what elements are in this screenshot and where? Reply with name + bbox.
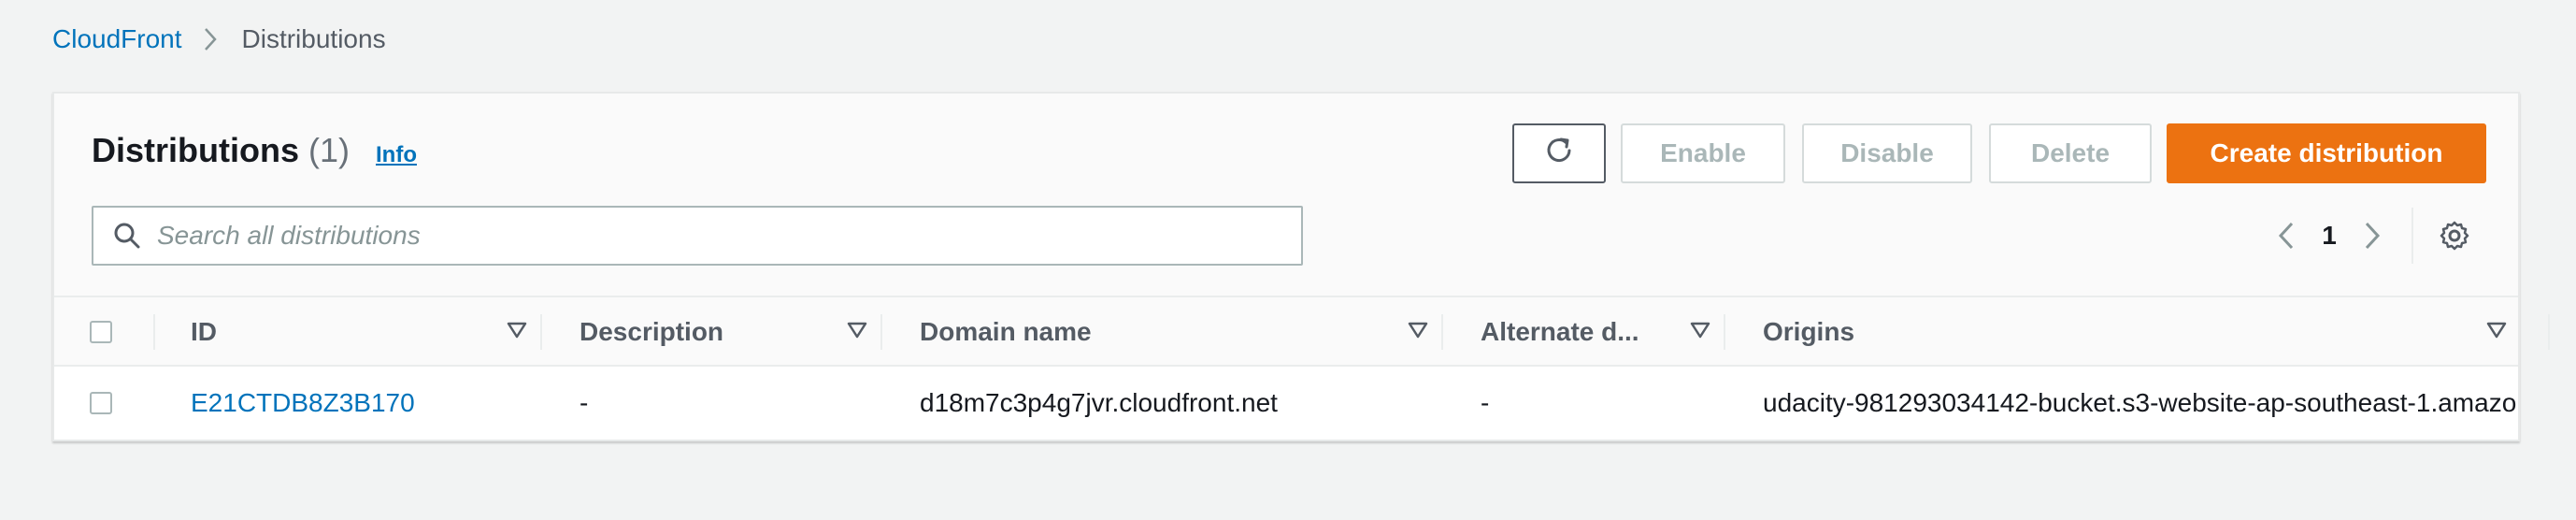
cell-description: - [580, 388, 589, 417]
select-all-checkbox[interactable] [90, 321, 112, 343]
search-input[interactable] [155, 220, 1281, 252]
row-checkbox[interactable] [90, 392, 112, 414]
panel-header: Distributions (1) Info [92, 131, 417, 170]
search-icon [108, 217, 146, 254]
distribution-id-link[interactable]: E21CTDB8Z3B170 [191, 388, 415, 418]
sort-down-icon[interactable] [505, 318, 529, 342]
enable-button[interactable]: Enable [1621, 123, 1785, 183]
info-link[interactable]: Info [376, 142, 417, 168]
column-header-origins[interactable]: Origins [1725, 297, 2565, 367]
column-header-label: ID [191, 317, 217, 346]
sort-down-icon[interactable] [1688, 318, 1712, 342]
gear-icon[interactable] [2436, 217, 2473, 254]
table-header: ID Description Domain name Alternate d..… [54, 296, 2550, 367]
next-page-icon[interactable] [2355, 217, 2389, 254]
column-header-label: Origins [1763, 317, 1855, 346]
column-header-alternate-domain[interactable]: Alternate d... [1443, 297, 1725, 367]
column-divider [2548, 314, 2550, 350]
pager-divider [2411, 208, 2413, 264]
pagination: 1 [2269, 206, 2473, 266]
row-select-cell [90, 367, 155, 440]
sort-down-icon[interactable] [1406, 318, 1430, 342]
distributions-panel: Distributions (1) Info Enable Disable De… [52, 92, 2550, 441]
search-box[interactable] [92, 206, 1303, 266]
chevron-right-icon [203, 26, 222, 52]
cell-domain-name: d18m7c3p4g7jvr.cloudfront.net [920, 388, 1278, 417]
disable-button[interactable]: Disable [1802, 123, 1972, 183]
distributions-table: ID Description Domain name Alternate d..… [54, 296, 2550, 440]
distribution-count: (1) [308, 131, 350, 169]
previous-page-icon[interactable] [2269, 217, 2303, 254]
create-distribution-button[interactable]: Create distribution [2167, 123, 2486, 183]
select-all-cell [90, 297, 155, 367]
cell-origins: udacity-981293034142-bucket.s3-website-a… [1763, 388, 2518, 417]
delete-button[interactable]: Delete [1989, 123, 2152, 183]
column-header-label: Description [580, 317, 724, 346]
column-header-id[interactable]: ID [155, 297, 542, 367]
current-page-number[interactable]: 1 [2303, 221, 2355, 251]
cell-id: E21CTDB8Z3B170 [191, 367, 537, 440]
cell-alternate-domain: - [1481, 388, 1490, 417]
column-header-domain-name[interactable]: Domain name [882, 297, 1443, 367]
column-header-description[interactable]: Description [542, 297, 882, 367]
column-header-label: Domain name [920, 317, 1092, 346]
breadcrumb-cloudfront-link[interactable]: CloudFront [52, 24, 182, 54]
breadcrumb-current: Distributions [241, 24, 386, 53]
breadcrumb: CloudFront Distributions [52, 21, 386, 58]
column-header-label: Alternate d... [1481, 317, 1639, 346]
table-row[interactable]: E21CTDB8Z3B170 - d18m7c3p4g7jvr.cloudfro… [54, 367, 2518, 440]
page-title: Distributions [92, 131, 299, 169]
refresh-button[interactable] [1512, 123, 1606, 183]
sort-down-icon[interactable] [845, 318, 869, 342]
refresh-icon [1542, 134, 1576, 174]
sort-down-icon[interactable] [2484, 318, 2509, 342]
